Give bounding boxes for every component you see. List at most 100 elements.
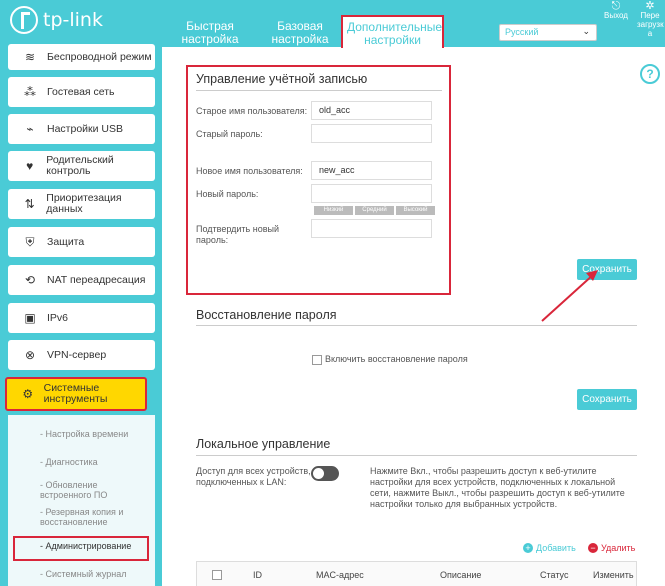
add-label: Добавить	[536, 543, 576, 553]
delete-button[interactable]: − Удалить	[588, 543, 635, 553]
reboot-button[interactable]: ✲ Пере загрузк а	[637, 0, 664, 39]
submenu-label: Настройка времени	[45, 429, 129, 439]
submenu-administration[interactable]: - Администрирование	[40, 541, 131, 551]
sidebar-item-usb[interactable]: ⌁ Настройки USB	[8, 114, 155, 144]
logout-icon: ⎋	[611, 0, 621, 12]
ipv6-icon: ▣	[24, 310, 36, 325]
heart-icon: ♥	[26, 158, 34, 173]
sidebar-item-qos[interactable]: ⇅ Приоритезация данных	[8, 189, 155, 219]
usb-icon: ⌁	[26, 121, 34, 136]
confirm-password-label: Подтвердить новый пароль:	[196, 224, 279, 245]
old-username-label: Старое имя пользователя:	[196, 106, 308, 116]
logo-text: tp-link	[43, 9, 103, 31]
nat-icon: ⟲	[24, 272, 36, 287]
sidebar-item-wireless[interactable]: ≋ Беспроводной режим	[8, 44, 155, 70]
recovery-save-button[interactable]: Сохранить	[577, 389, 637, 410]
recovery-enable-label: Включить восстановление пароля	[325, 354, 468, 364]
sidebar-item-security[interactable]: ⛨ Защита	[8, 227, 155, 257]
account-divider	[196, 90, 442, 91]
logout-button[interactable]: ⎋ Выход	[603, 0, 629, 21]
submenu-label: Резервная копия и восстановление	[40, 507, 124, 527]
column-mac: MAC-адрес	[316, 570, 364, 580]
local-section-title: Локальное управление	[196, 437, 331, 451]
password-strength-meter: Низкий Средний Высокий	[314, 206, 435, 215]
reboot-label: Пере загрузк а	[637, 11, 664, 38]
column-status: Статус	[540, 570, 569, 580]
lan-access-toggle[interactable]	[311, 466, 339, 481]
submenu-label: Обновление встроенного ПО	[40, 480, 108, 500]
local-divider	[196, 455, 637, 456]
confirm-password-input[interactable]	[311, 219, 432, 238]
minus-icon: −	[588, 543, 598, 553]
sidebar-item-ipv6[interactable]: ▣ IPv6	[8, 303, 155, 333]
language-value: Русский	[505, 27, 539, 37]
submenu-syslog[interactable]: - Системный журнал	[40, 569, 126, 579]
submenu-label: Диагностика	[45, 457, 98, 467]
strength-medium: Средний	[355, 206, 394, 215]
sidebar-item-label: Системные инструменты	[43, 382, 108, 405]
vpn-icon: ⊗	[24, 347, 36, 362]
lan-access-description: Нажмите Вкл., чтобы разрешить доступ к в…	[370, 466, 625, 509]
chevron-down-icon: ⌄	[582, 26, 590, 36]
gear-icon: ⚙	[22, 386, 34, 401]
language-select[interactable]: Русский ⌄	[499, 24, 597, 41]
new-password-input[interactable]	[311, 184, 432, 203]
old-username-input[interactable]: old_acc	[311, 101, 432, 120]
select-all-checkbox[interactable]	[212, 570, 222, 580]
old-password-input[interactable]	[311, 124, 432, 143]
wifi-icon: ≋	[24, 49, 36, 64]
tab-quick-setup[interactable]: Быстрая настройка	[180, 20, 240, 46]
sidebar-item-label: Настройки USB	[47, 122, 123, 135]
recovery-enable-checkbox[interactable]	[312, 355, 322, 365]
strength-low: Низкий	[314, 206, 353, 215]
column-id: ID	[253, 570, 262, 580]
sidebar-item-label: Защита	[47, 235, 85, 248]
logout-label: Выход	[604, 11, 628, 20]
submenu-diagnostics[interactable]: - Диагностика	[40, 457, 98, 467]
tab-advanced[interactable]: Дополнительные настройки	[341, 15, 444, 48]
red-arrow-annotation	[541, 270, 598, 322]
add-button[interactable]: + Добавить	[523, 543, 576, 553]
sidebar-item-label: Родительский контроль	[46, 154, 114, 177]
plus-icon: +	[523, 543, 533, 553]
old-password-label: Старый пароль:	[196, 129, 263, 139]
delete-label: Удалить	[601, 543, 636, 553]
shield-icon: ⛨	[25, 234, 35, 249]
recovery-divider	[196, 325, 637, 326]
tp-link-logo-icon	[10, 6, 38, 34]
tab-basic[interactable]: Базовая настройка	[270, 20, 330, 46]
arrow-shaft	[541, 273, 595, 322]
recovery-section-title: Восстановление пароля	[196, 308, 337, 322]
submenu-backup[interactable]: - Резервная копия и восстановление	[40, 507, 150, 527]
account-section-highlight	[186, 65, 451, 295]
sidebar-item-label: IPv6	[47, 311, 69, 324]
account-section-title: Управление учётной записью	[196, 72, 368, 86]
sidebar-item-vpn[interactable]: ⊗ VPN-сервер	[8, 340, 155, 370]
submenu-firmware[interactable]: - Обновление встроенного ПО	[40, 480, 140, 500]
sidebar-item-label: Гостевая сеть	[47, 85, 115, 98]
priority-arrows-icon: ⇅	[24, 196, 35, 211]
submenu-time-settings[interactable]: - Настройка времени	[40, 429, 128, 439]
sidebar-item-label: NAT переадресация	[47, 273, 146, 286]
sidebar-item-label: VPN-сервер	[47, 348, 107, 361]
sidebar-item-parental[interactable]: ♥ Родительский контроль	[8, 151, 155, 181]
column-description: Описание	[440, 570, 482, 580]
column-edit: Изменить	[593, 570, 634, 580]
new-username-label: Новое имя пользователя:	[196, 166, 303, 176]
new-username-input[interactable]: new_acc	[311, 161, 432, 180]
tp-link-logo: tp-link	[10, 6, 103, 34]
help-icon[interactable]: ?	[640, 64, 660, 84]
submenu-label: Системный журнал	[45, 569, 127, 579]
submenu-label: Администрирование	[45, 541, 132, 551]
new-password-label: Новый пароль:	[196, 189, 259, 199]
sidebar-item-label: Приоритезация данных	[46, 192, 122, 215]
strength-high: Высокий	[396, 206, 435, 215]
sidebar-item-guest[interactable]: ⁂ Гостевая сеть	[8, 77, 155, 107]
guest-network-icon: ⁂	[24, 84, 36, 99]
sidebar-item-system-tools[interactable]: ⚙ Системные инструменты	[5, 377, 147, 411]
lan-access-label: Доступ для всех устройств, подключенных …	[196, 466, 311, 487]
device-table-header	[196, 561, 637, 586]
reboot-icon: ✲	[645, 0, 655, 12]
sidebar-item-label: Беспроводной режим	[47, 50, 152, 63]
sidebar-item-nat[interactable]: ⟲ NAT переадресация	[8, 265, 155, 295]
